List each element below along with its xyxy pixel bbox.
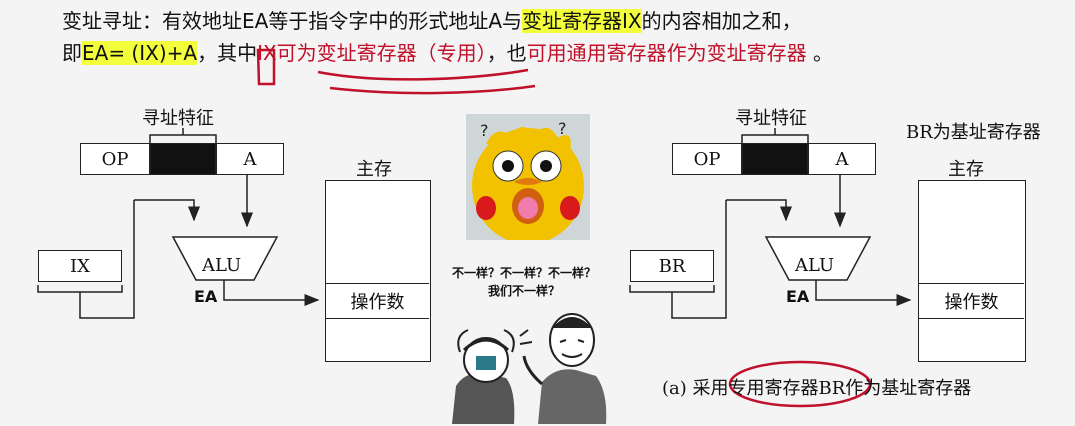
main-memory-block: 操作数 xyxy=(325,180,431,362)
two-guys-meme-image xyxy=(452,313,607,424)
meme-caption-line-2: 我们不一样？ xyxy=(488,284,561,298)
br-register: BR xyxy=(630,250,714,282)
ea-label: EA xyxy=(786,287,810,306)
meme-caption-line-1: 不一样？不一样？不一样？ xyxy=(452,266,597,280)
alu-label: ALU xyxy=(202,255,242,276)
red-underline-annotation xyxy=(329,84,536,95)
operand-cell: 操作数 xyxy=(326,283,429,319)
addressing-feature-field xyxy=(742,143,808,175)
svg-text:?: ? xyxy=(480,121,489,140)
figure-caption: (a) 采用专用寄存器BR作为基址寄存器 xyxy=(662,378,972,399)
op-field: OP xyxy=(672,143,742,175)
br-note: BR为基址寄存器 xyxy=(906,122,1041,143)
addressing-feature-label: 寻址特征 xyxy=(142,108,214,129)
operand-cell: 操作数 xyxy=(919,283,1024,319)
alu-label: ALU xyxy=(795,255,835,276)
svg-text:?: ? xyxy=(558,119,567,138)
main-memory-label: 主存 xyxy=(356,159,392,180)
ix-register: IX xyxy=(38,250,122,282)
red-underline-annotation xyxy=(317,68,529,81)
red-box-annotation xyxy=(256,48,276,86)
slide: 变址寻址：有效地址EA等于指令字中的形式地址A与变址寄存器IX的内容相加之和， … xyxy=(0,0,1075,426)
address-field-a: A xyxy=(216,143,284,175)
address-field-a: A xyxy=(808,143,876,175)
ea-label: EA xyxy=(194,287,218,306)
addressing-feature-label: 寻址特征 xyxy=(735,108,807,129)
addressing-feature-field xyxy=(150,143,216,175)
main-memory-label: 主存 xyxy=(948,159,984,180)
main-memory-block: 操作数 xyxy=(918,180,1026,362)
chick-meme-image: ? ? xyxy=(466,114,590,240)
op-field: OP xyxy=(80,143,150,175)
